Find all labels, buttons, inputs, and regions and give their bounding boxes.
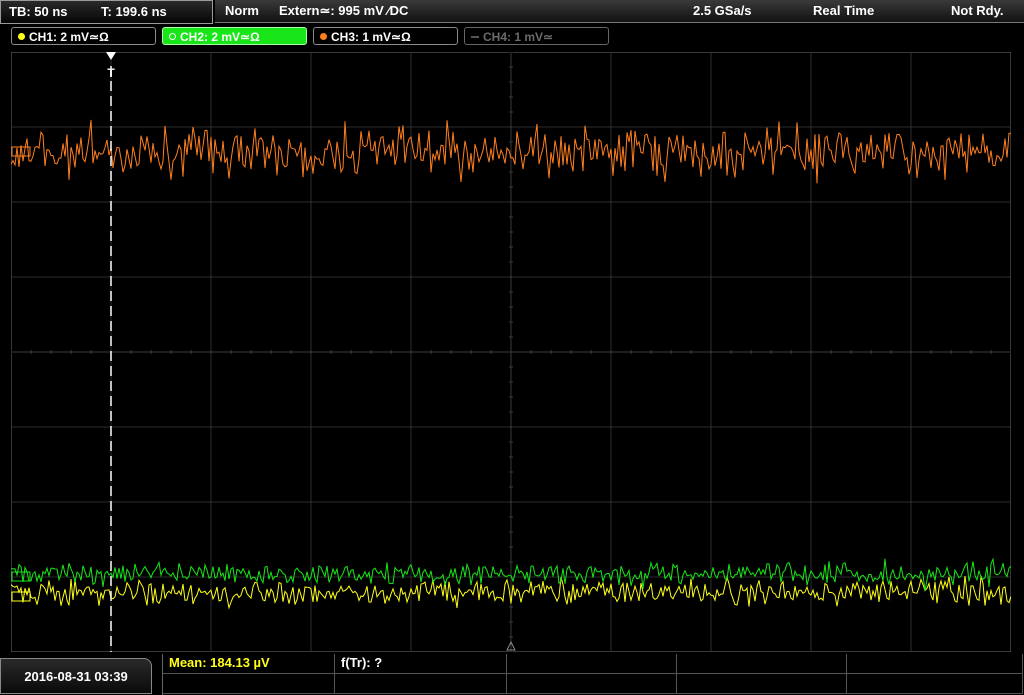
timebase-label: TB: 50 ns	[9, 4, 68, 19]
channel-3-label: CH3: 1 mV≃Ω	[331, 30, 411, 44]
measurement-slot	[847, 674, 1023, 694]
svg-text:T: T	[107, 66, 115, 80]
channel-1-button[interactable]: CH1: 2 mV≃Ω	[11, 27, 156, 45]
measurement-slot	[677, 654, 847, 674]
measurement-slot	[163, 674, 335, 694]
measurement-slot	[507, 674, 677, 694]
trigger-mode: Norm	[225, 3, 259, 18]
date-time: 2016-08-31 03:39	[0, 658, 152, 694]
bottom-bar: 2016-08-31 03:39 Mean: 184.13 µV f(Tr): …	[0, 654, 1024, 695]
waveform-display[interactable]: T	[11, 52, 1011, 652]
channel-2-button[interactable]: CH2: 2 mV≃Ω	[162, 27, 307, 45]
measurement-slot	[677, 674, 847, 694]
frequency-measurement: f(Tr): ?	[335, 654, 507, 674]
channel-2-label: CH2: 2 mV≃Ω	[180, 30, 260, 44]
sample-rate: 2.5 GSa/s	[693, 3, 752, 18]
channel-4-label: CH4: 1 mV≃	[483, 30, 554, 44]
channel-3-dot-icon	[320, 33, 327, 40]
trigger-source: Extern≃: 995 mV ∕DC	[279, 3, 409, 18]
acquisition-state: Not Rdy.	[951, 3, 1004, 18]
measurement-slot	[847, 654, 1023, 674]
measurement-slot	[335, 674, 507, 694]
channel-4-button[interactable]: CH4: 1 mV≃	[464, 27, 609, 45]
mean-measurement: Mean: 184.13 µV	[163, 654, 335, 674]
trigger-time-label: T: 199.6 ns	[101, 4, 167, 19]
measurement-table[interactable]: Mean: 184.13 µV f(Tr): ?	[162, 654, 1024, 695]
channel-1-label: CH1: 2 mV≃Ω	[29, 30, 109, 44]
measurement-slot	[507, 654, 677, 674]
status-bar[interactable]: Norm Extern≃: 995 mV ∕DC 2.5 GSa/s Real …	[215, 0, 1024, 23]
channel-4-off-icon	[471, 36, 479, 38]
acquisition-mode: Real Time	[813, 3, 875, 18]
top-bar: TB: 50 ns T: 199.6 ns Norm Extern≃: 995 …	[0, 0, 1024, 24]
channel-3-button[interactable]: CH3: 1 mV≃Ω	[313, 27, 458, 45]
channel-2-dot-icon	[169, 33, 176, 40]
timebase-box[interactable]: TB: 50 ns T: 199.6 ns	[0, 0, 213, 24]
channel-1-dot-icon	[18, 33, 25, 40]
